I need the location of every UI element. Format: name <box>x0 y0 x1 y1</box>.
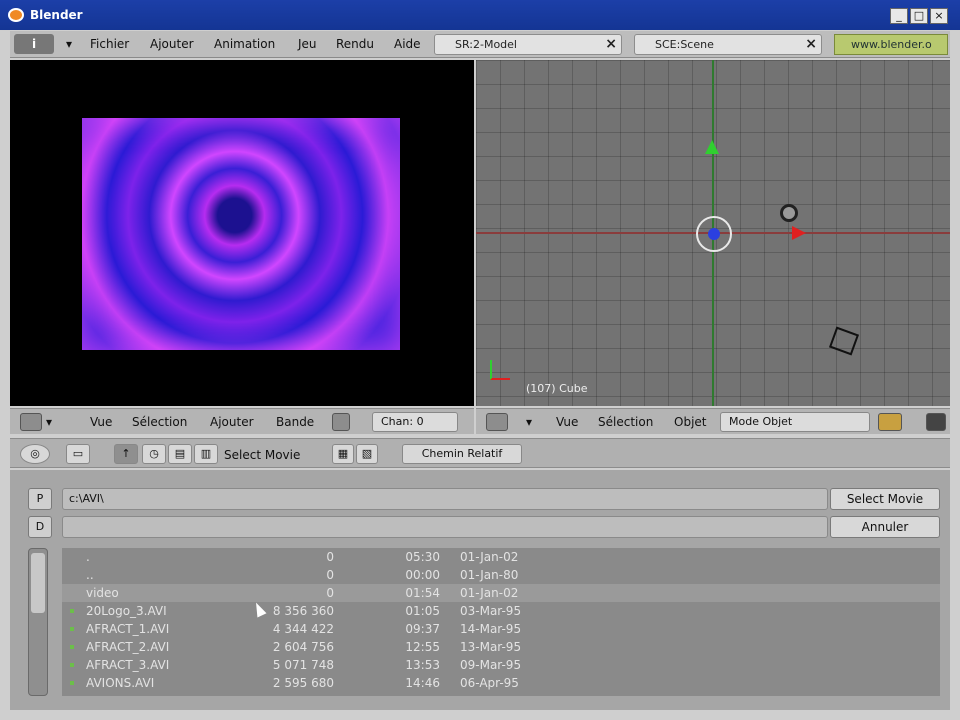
file-marker-icon <box>70 609 74 613</box>
menu-ajouter[interactable]: Ajouter <box>150 37 194 51</box>
close-button[interactable]: × <box>930 8 948 24</box>
file-browser-header: ◎ ▭ ↑ ◷ ▤ ▥ Select Movie ▦ ▧ Chemin Rela… <box>10 438 950 468</box>
close-icon[interactable]: × <box>605 35 617 54</box>
menu-fichier[interactable]: Fichier <box>90 37 129 51</box>
file-marker-icon <box>70 627 74 631</box>
dropdown-arrow-icon[interactable]: ▾ <box>66 37 72 51</box>
mode-selector[interactable]: Mode Objet <box>720 412 870 432</box>
channel-field[interactable]: Chan: 0 <box>372 412 458 432</box>
sort-size-icon[interactable]: ▤ <box>168 444 192 464</box>
grid-editor-icon[interactable] <box>486 413 508 431</box>
list-item[interactable]: video 0 01:54 01-Jan-02 <box>62 584 940 602</box>
parent-dir-button[interactable]: P <box>28 488 52 510</box>
sort-ext-icon[interactable]: ▥ <box>194 444 218 464</box>
menu-jeu[interactable]: Jeu <box>298 37 317 51</box>
list-item[interactable]: . 0 05:30 01-Jan-02 <box>62 548 940 566</box>
shading-icon[interactable] <box>878 413 902 431</box>
pivot-icon[interactable] <box>926 413 946 431</box>
menu-bande[interactable]: Bande <box>276 415 314 429</box>
close-icon[interactable]: × <box>805 35 817 54</box>
3d-viewport[interactable]: (107) Cube <box>476 60 950 406</box>
list-item[interactable]: .. 0 00:00 01-Jan-80 <box>62 566 940 584</box>
camera-object-icon[interactable] <box>828 326 860 356</box>
directory-path-input[interactable]: c:\AVI\ <box>62 488 828 510</box>
x-arrow-icon[interactable] <box>792 226 806 240</box>
minimize-button[interactable]: _ <box>890 8 908 24</box>
scene-name: SCE:Scene <box>655 38 714 51</box>
dropdown-arrow-icon[interactable]: ▾ <box>526 415 532 429</box>
menu-vue[interactable]: Vue <box>90 415 112 429</box>
y-arrow-icon[interactable] <box>705 140 719 154</box>
list-item[interactable]: AVIONS.AVI 2 595 680 14:46 06-Apr-95 <box>62 674 940 692</box>
list-view-icon[interactable]: ▦ <box>332 444 354 464</box>
website-link[interactable]: www.blender.o <box>834 34 948 55</box>
dropdown-arrow-icon[interactable]: ▾ <box>46 415 52 429</box>
menu-ajouter-seq[interactable]: Ajouter <box>210 415 254 429</box>
menu-objet[interactable]: Objet <box>674 415 706 429</box>
file-list: . 0 05:30 01-Jan-02 .. 0 00:00 01-Jan-80… <box>62 548 940 696</box>
cube-object-icon[interactable] <box>696 216 732 252</box>
menu-vue-3d[interactable]: Vue <box>556 415 578 429</box>
fractal-image-preview <box>82 118 400 350</box>
file-marker-icon <box>70 663 74 667</box>
sequence-header: ▾ Vue Sélection Ajouter Bande Chan: 0 <box>10 408 474 434</box>
list-item[interactable]: 20Logo_3.AVI 8 356 360 01:05 03-Mar-95 <box>62 602 940 620</box>
editor-type-icon[interactable] <box>20 413 42 431</box>
select-movie-button[interactable]: Select Movie <box>830 488 940 510</box>
file-browser-title: Select Movie <box>224 448 301 462</box>
file-marker-icon <box>70 681 74 685</box>
file-browser: P c:\AVI\ Select Movie D Annuler . 0 05:… <box>10 470 950 710</box>
file-name-input[interactable] <box>62 516 828 538</box>
list-item[interactable]: AFRACT_3.AVI 5 071 748 13:53 09-Mar-95 <box>62 656 940 674</box>
scene-selector[interactable]: SCE:Scene × <box>634 34 822 55</box>
active-object-label: (107) Cube <box>526 382 588 395</box>
maximize-button[interactable]: □ <box>910 8 928 24</box>
list-item[interactable]: AFRACT_2.AVI 2 604 756 12:55 13-Mar-95 <box>62 638 940 656</box>
blender-logo-icon <box>8 8 24 22</box>
file-marker-icon <box>70 645 74 649</box>
file-browser-type-icon[interactable]: ◎ <box>20 444 50 464</box>
scrollbar-thumb[interactable] <box>31 553 45 613</box>
sequence-preview[interactable] <box>10 60 474 406</box>
menu-selection-3d[interactable]: Sélection <box>598 415 653 429</box>
screen-name: SR:2-Model <box>455 38 517 51</box>
relative-path-button[interactable]: Chemin Relatif <box>402 444 522 464</box>
window-icon[interactable]: ▭ <box>66 444 90 464</box>
cancel-button[interactable]: Annuler <box>830 516 940 538</box>
thumbnail-view-icon[interactable]: ▧ <box>356 444 378 464</box>
axis-gizmo-icon <box>490 360 510 380</box>
drive-button[interactable]: D <box>28 516 52 538</box>
lamp-object-icon[interactable] <box>780 204 798 222</box>
title-bar: Blender _ □ × <box>0 0 960 30</box>
window-title: Blender <box>30 8 83 22</box>
list-item[interactable]: AFRACT_1.AVI 4 344 422 09:37 14-Mar-95 <box>62 620 940 638</box>
menu-animation[interactable]: Animation <box>214 37 275 51</box>
3d-view-header: ▾ Vue Sélection Objet Mode Objet <box>476 408 950 434</box>
menu-rendu[interactable]: Rendu <box>336 37 374 51</box>
file-list-scrollbar[interactable] <box>28 548 48 696</box>
blender-window: Blender _ □ × i ▾ Fichier Ajouter Animat… <box>0 0 960 720</box>
display-mode-icon[interactable] <box>332 413 350 431</box>
screen-selector[interactable]: SR:2-Model × <box>434 34 622 55</box>
sort-date-icon[interactable]: ◷ <box>142 444 166 464</box>
menu-aide[interactable]: Aide <box>394 37 421 51</box>
sort-name-icon[interactable]: ↑ <box>114 444 138 464</box>
info-window-icon[interactable]: i <box>14 34 54 54</box>
menu-selection[interactable]: Sélection <box>132 415 187 429</box>
main-menu-bar: i ▾ Fichier Ajouter Animation Jeu Rendu … <box>10 31 950 58</box>
